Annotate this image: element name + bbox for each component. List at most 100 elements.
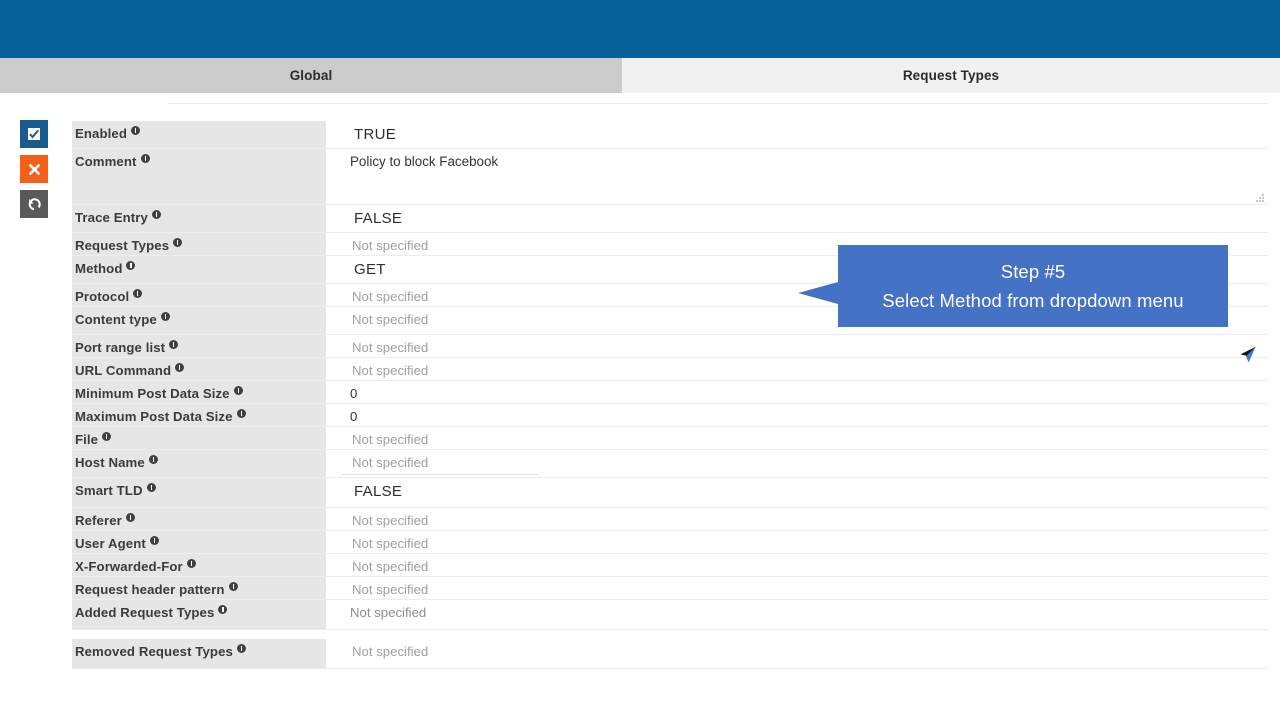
- label-text: File: [75, 432, 99, 447]
- callout-line-1: Step #5: [1000, 261, 1066, 282]
- label-text: Request Types: [75, 238, 170, 253]
- form-row-user-agent: User Agent Not specified: [72, 531, 1268, 554]
- label-text: Referer: [75, 513, 122, 528]
- info-icon[interactable]: [236, 644, 246, 653]
- label-port-range-list: Port range list: [72, 335, 326, 357]
- label-request-header-pattern: Request header pattern: [72, 577, 326, 599]
- cancel-button[interactable]: [20, 155, 48, 183]
- label-host-name: Host Name: [72, 450, 326, 477]
- label-user-agent: User Agent: [72, 531, 326, 553]
- value-user-agent[interactable]: Not specified: [326, 531, 1268, 553]
- value-minimum-post-data-size[interactable]: 0: [326, 381, 1268, 403]
- info-icon[interactable]: [133, 289, 143, 298]
- label-text: Request header pattern: [75, 582, 225, 597]
- value-file[interactable]: Not specified: [326, 427, 1268, 449]
- info-icon[interactable]: [236, 409, 246, 418]
- info-icon[interactable]: [173, 238, 183, 247]
- label-text: Removed Request Types: [75, 644, 233, 659]
- tab-request-types-label: Request Types: [902, 68, 1000, 83]
- value-maximum-post-data-size[interactable]: 0: [326, 404, 1268, 426]
- info-icon[interactable]: [131, 126, 140, 135]
- info-icon[interactable]: [160, 312, 170, 321]
- info-icon[interactable]: [148, 455, 158, 464]
- label-method: Method: [72, 256, 326, 283]
- value-x-forwarded-for[interactable]: Not specified: [326, 554, 1268, 576]
- info-icon[interactable]: [186, 559, 196, 568]
- label-text: URL Command: [75, 363, 172, 378]
- label-removed-request-types: Removed Request Types: [72, 639, 326, 668]
- form-row-comment: Comment Policy to block Facebook: [72, 149, 1268, 205]
- info-icon[interactable]: [228, 582, 238, 591]
- content-divider: [168, 103, 1268, 104]
- tab-global-label: Global: [289, 68, 333, 83]
- value-referer[interactable]: Not specified: [326, 508, 1268, 530]
- tab-global[interactable]: Global: [0, 58, 622, 93]
- tab-strip: Global Request Types: [0, 58, 1280, 94]
- callout-line-2: Select Method from dropdown menu: [882, 290, 1184, 311]
- label-text: Host Name: [75, 455, 145, 470]
- close-x-icon: [27, 162, 42, 177]
- label-text: Method: [75, 261, 123, 276]
- undo-arrow-icon: [26, 196, 42, 212]
- label-protocol: Protocol: [72, 284, 326, 306]
- label-text: Content type: [75, 312, 157, 327]
- label-minimum-post-data-size: Minimum Post Data Size: [72, 381, 326, 403]
- content-area: Enabled TRUE Comment Policy to block Fac…: [0, 93, 1280, 720]
- action-button-bar: [20, 120, 48, 225]
- tab-request-types[interactable]: Request Types: [622, 58, 1280, 93]
- info-icon[interactable]: [233, 386, 243, 395]
- callout-tail: [798, 282, 838, 304]
- value-port-range-list[interactable]: Not specified: [326, 335, 1268, 357]
- label-text: Enabled: [75, 126, 127, 141]
- instruction-callout: Step #5 Select Method from dropdown menu: [798, 245, 1228, 327]
- info-icon[interactable]: [126, 261, 136, 270]
- label-text: Protocol: [75, 289, 130, 304]
- value-smart-tld[interactable]: FALSE: [326, 478, 1268, 507]
- info-icon[interactable]: [146, 483, 156, 492]
- value-enabled[interactable]: TRUE: [326, 121, 1268, 148]
- info-icon[interactable]: [151, 210, 161, 219]
- label-text: Smart TLD: [75, 483, 143, 498]
- info-icon[interactable]: [218, 605, 228, 614]
- value-trace-entry[interactable]: FALSE: [326, 205, 1268, 232]
- form-row-enabled: Enabled TRUE: [72, 121, 1268, 149]
- value-added-request-types[interactable]: Not specified: [326, 600, 1268, 629]
- apply-button[interactable]: [20, 120, 48, 148]
- undo-button[interactable]: [20, 190, 48, 218]
- value-host-name[interactable]: Not specified: [326, 450, 1268, 477]
- value-url-command[interactable]: Not specified: [326, 358, 1268, 380]
- info-icon[interactable]: [149, 536, 159, 545]
- label-text: Minimum Post Data Size: [75, 386, 230, 401]
- info-icon[interactable]: [175, 363, 185, 372]
- label-request-types: Request Types: [72, 233, 326, 255]
- info-icon[interactable]: [140, 154, 150, 163]
- info-icon[interactable]: [125, 513, 135, 522]
- form-row-request-header-pattern: Request header pattern Not specified: [72, 577, 1268, 600]
- form-row-referer: Referer Not specified: [72, 508, 1268, 531]
- form-row-added-request-types: Added Request Types Not specified: [72, 600, 1268, 630]
- info-icon[interactable]: [102, 432, 112, 441]
- form-row-url-command: URL Command Not specified: [72, 358, 1268, 381]
- label-text: X-Forwarded-For: [75, 559, 183, 574]
- value-comment[interactable]: Policy to block Facebook: [326, 149, 1268, 204]
- host-name-input-underline: [342, 474, 538, 475]
- info-icon[interactable]: [169, 340, 179, 349]
- value-request-header-pattern[interactable]: Not specified: [326, 577, 1268, 599]
- form-row-file: File Not specified: [72, 427, 1268, 450]
- label-text: Port range list: [75, 340, 166, 355]
- form-row-x-forwarded-for: X-Forwarded-For Not specified: [72, 554, 1268, 577]
- resize-grip-icon[interactable]: [1254, 192, 1264, 202]
- label-x-forwarded-for: X-Forwarded-For: [72, 554, 326, 576]
- label-url-command: URL Command: [72, 358, 326, 380]
- form-row-minimum-post-data-size: Minimum Post Data Size 0: [72, 381, 1268, 404]
- form-spacer: [72, 630, 1268, 639]
- mouse-cursor-icon: [1236, 343, 1260, 367]
- label-text: User Agent: [75, 536, 146, 551]
- application-window: Global Request Types Enabled TRUE Commen…: [0, 0, 1280, 720]
- label-maximum-post-data-size: Maximum Post Data Size: [72, 404, 326, 426]
- label-added-request-types: Added Request Types: [72, 600, 326, 629]
- value-removed-request-types[interactable]: Not specified: [326, 639, 1268, 668]
- label-text: Trace Entry: [75, 210, 148, 225]
- form-row-host-name: Host Name Not specified: [72, 450, 1268, 478]
- form-row-trace-entry: Trace Entry FALSE: [72, 205, 1268, 233]
